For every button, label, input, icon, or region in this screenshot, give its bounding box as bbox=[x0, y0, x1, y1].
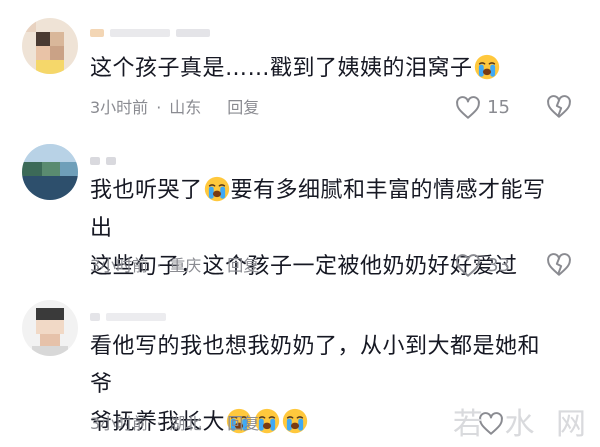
watermark-text: 若 水 网 bbox=[452, 407, 592, 442]
like-count: 33 bbox=[487, 255, 510, 276]
crying-face-emoji bbox=[204, 176, 230, 202]
broken-heart-icon bbox=[546, 252, 572, 278]
crying-face-emoji bbox=[282, 408, 308, 434]
username-blurred[interactable] bbox=[90, 22, 216, 40]
dislike-button[interactable] bbox=[546, 94, 572, 124]
username-blurred[interactable] bbox=[90, 306, 172, 324]
separator: · bbox=[156, 256, 162, 275]
comment-text-line: 看他写的我也想我奶奶了，从小到大都是她和爷 bbox=[90, 334, 541, 397]
location: 湖北 bbox=[169, 414, 202, 433]
username-blurred[interactable] bbox=[90, 150, 122, 168]
comment-text: 这个孩子真是……戳到了姨姨的泪窝子 bbox=[90, 50, 560, 88]
like-button[interactable]: 15 bbox=[455, 94, 510, 122]
location: 重庆 bbox=[169, 256, 202, 275]
heart-outline-icon bbox=[455, 253, 481, 279]
like-button[interactable]: 33 bbox=[455, 252, 510, 280]
reply-button[interactable]: 回复 bbox=[227, 98, 259, 117]
location: 山东 bbox=[169, 98, 202, 117]
like-count: 15 bbox=[487, 97, 510, 118]
comment-meta: 3小时前 · 湖北 回复 bbox=[90, 412, 259, 436]
comment-text-line: 这个孩子真是……戳到了姨姨的泪窝子 bbox=[90, 56, 473, 81]
separator: · bbox=[156, 414, 162, 433]
broken-heart-icon bbox=[546, 94, 572, 120]
timestamp: 3小时前 bbox=[90, 256, 149, 275]
reply-button[interactable]: 回复 bbox=[227, 414, 259, 433]
separator: · bbox=[156, 98, 162, 117]
reply-button[interactable]: 回复 bbox=[227, 256, 259, 275]
avatar[interactable] bbox=[22, 144, 78, 200]
timestamp: 3小时前 bbox=[90, 414, 149, 433]
comment-text-line: 我也听哭了 bbox=[90, 178, 203, 203]
comment-meta: 3小时前 · 重庆 回复 bbox=[90, 254, 259, 278]
avatar[interactable] bbox=[22, 300, 78, 356]
timestamp: 3小时前 bbox=[90, 98, 149, 117]
heart-outline-icon bbox=[455, 95, 481, 121]
dislike-button[interactable] bbox=[546, 252, 572, 282]
avatar[interactable] bbox=[22, 18, 78, 74]
comment-meta: 3小时前 · 山东 回复 bbox=[90, 96, 259, 120]
crying-face-emoji bbox=[474, 54, 500, 80]
